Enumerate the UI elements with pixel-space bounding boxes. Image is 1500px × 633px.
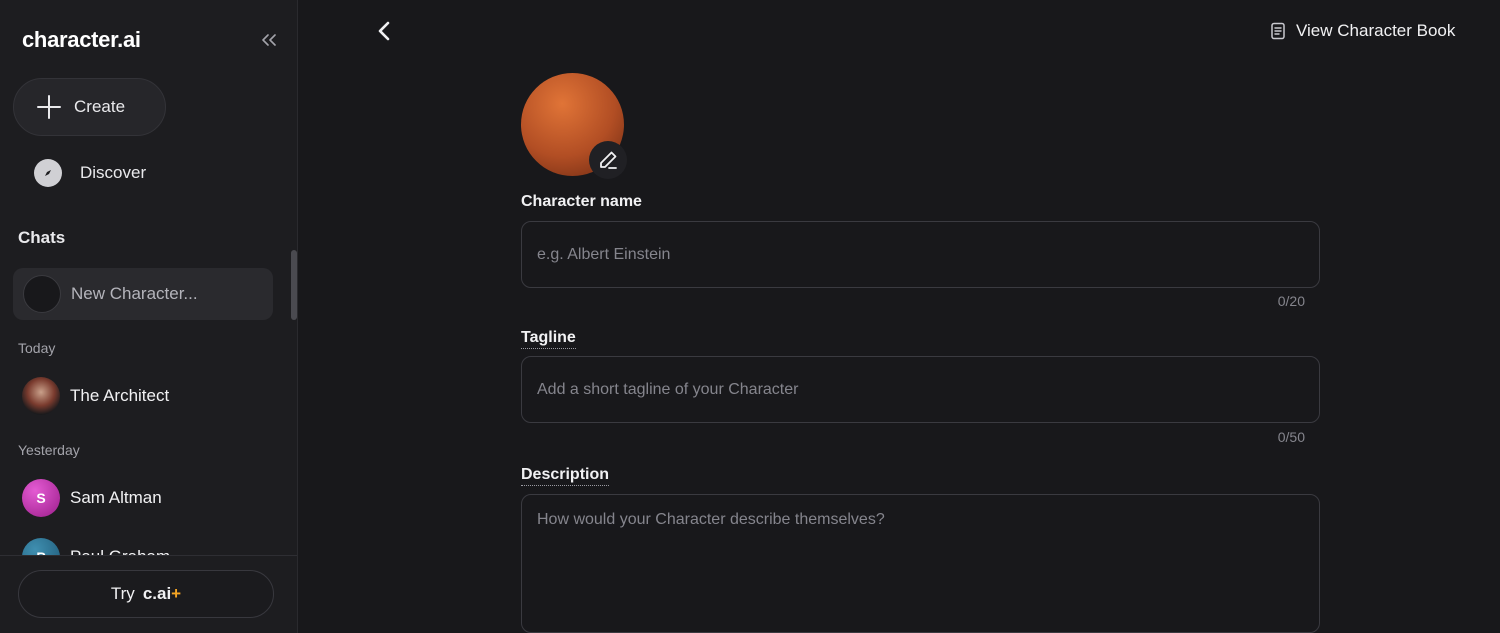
description-input[interactable] [521, 494, 1320, 633]
plus-badge: + [171, 584, 182, 603]
discover-label: Discover [80, 163, 147, 182]
tagline-input[interactable] [521, 356, 1320, 423]
book-icon [1271, 22, 1285, 40]
compass-icon [34, 159, 62, 187]
chat-item-new-character[interactable]: New Character... [13, 268, 273, 320]
avatar: S [22, 479, 60, 517]
sidebar: character.ai Create Discover Chats New C… [0, 0, 298, 633]
chat-item-label: Sam Altman [70, 488, 162, 507]
character-name-input[interactable] [521, 221, 1320, 288]
view-character-book-label: View Character Book [1296, 21, 1456, 40]
create-button[interactable]: Create [13, 78, 166, 136]
description-label[interactable]: Description [521, 466, 610, 486]
try-cai-plus-button[interactable]: Try c.ai + [18, 570, 274, 618]
plus-icon [37, 95, 61, 119]
character-name-counter: 0/20 [1277, 293, 1305, 309]
back-button[interactable] [372, 19, 396, 43]
discover-link[interactable]: Discover [22, 152, 282, 194]
try-label: Try [110, 584, 135, 603]
cai-brand: c.ai [142, 584, 172, 603]
collapse-sidebar-button[interactable] [258, 30, 280, 50]
view-character-book-link[interactable]: View Character Book [1270, 19, 1455, 43]
chat-item-sam-altman[interactable]: S Sam Altman [22, 477, 282, 519]
create-label: Create [74, 97, 126, 116]
tagline-counter: 0/50 [1277, 429, 1305, 445]
character-name-label: Character name [521, 193, 642, 210]
double-chevron-left-icon [262, 34, 276, 46]
sidebar-scrollbar[interactable] [291, 250, 297, 320]
edit-avatar-button[interactable] [589, 141, 627, 179]
app-logo[interactable]: character.ai [22, 27, 141, 53]
chats-heading: Chats [18, 228, 66, 247]
chevron-left-icon [378, 21, 390, 41]
chat-item-label: The Architect [70, 386, 170, 405]
chat-item-the-architect[interactable]: The Architect [22, 375, 282, 417]
avatar [23, 275, 61, 313]
section-label-today: Today [18, 340, 56, 356]
chat-item-label: New Character... [71, 284, 198, 303]
section-label-yesterday: Yesterday [18, 442, 80, 458]
avatar [22, 377, 60, 415]
tagline-label[interactable]: Tagline [521, 329, 576, 349]
pencil-icon [600, 151, 617, 169]
